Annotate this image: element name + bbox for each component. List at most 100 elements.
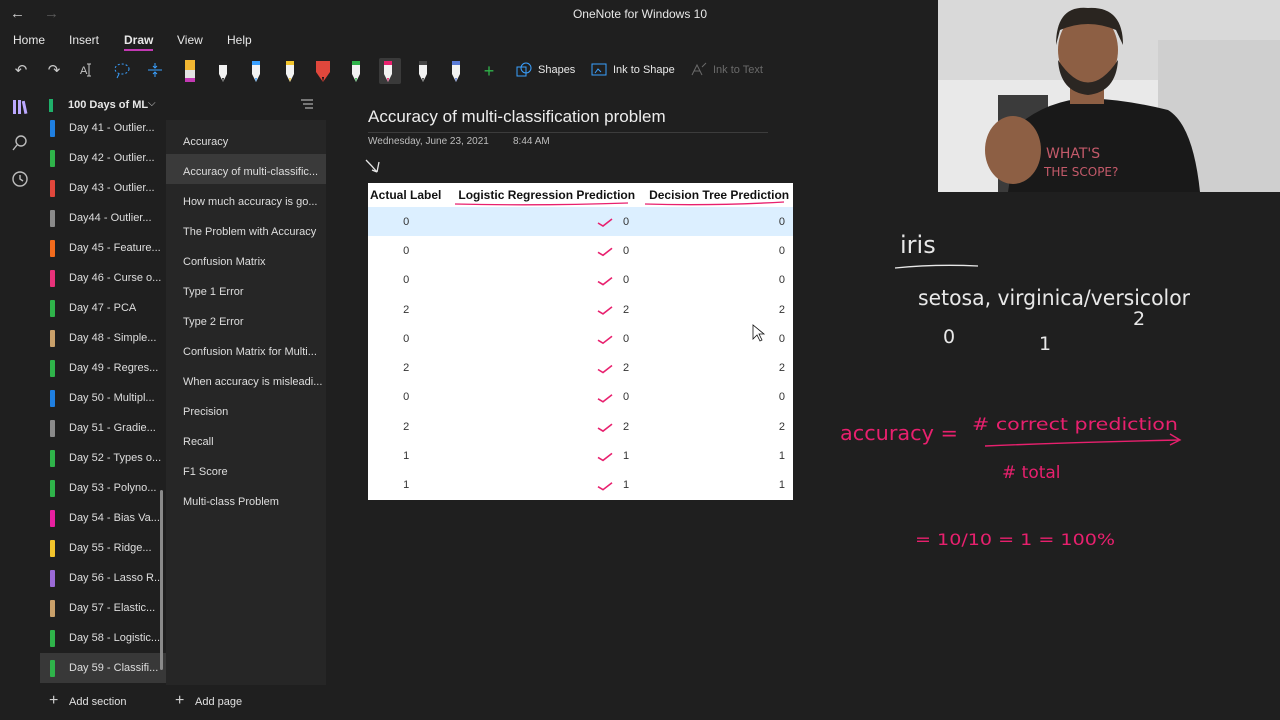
pen-yellow-icon[interactable]	[281, 58, 299, 84]
page-item[interactable]: Type 2 Error	[166, 304, 326, 334]
table-row[interactable]: 222	[368, 353, 793, 382]
section-item[interactable]: Day 54 - Bias Va...	[40, 503, 166, 533]
section-item[interactable]: Day 47 - PCA	[40, 293, 166, 323]
ink-to-text-button[interactable]: Ink to Text	[713, 64, 763, 76]
actual-label-cell[interactable]: 0	[368, 324, 444, 353]
section-item[interactable]: Day 41 - Outlier...	[40, 120, 166, 143]
section-item[interactable]: Day 58 - Logistic...	[40, 623, 166, 653]
logistic-prediction-cell[interactable]: 0	[444, 324, 637, 353]
logistic-prediction-cell[interactable]: 1	[444, 471, 637, 500]
table-row[interactable]: 222	[368, 412, 793, 441]
notebooks-icon[interactable]	[11, 98, 29, 116]
actual-label-cell[interactable]: 0	[368, 266, 444, 295]
logistic-prediction-cell[interactable]: 1	[444, 441, 637, 470]
chevron-down-icon[interactable]: ⌵	[148, 98, 156, 109]
tab-home[interactable]: Home	[13, 33, 45, 47]
page-item[interactable]: Multi-class Problem	[166, 484, 326, 514]
section-item[interactable]: Day 43 - Outlier...	[40, 173, 166, 203]
table-row[interactable]: 000	[368, 324, 793, 353]
predictions-table[interactable]: Actual Label Logistic Regression Predict…	[368, 183, 793, 500]
add-page-button[interactable]: + Add page	[166, 688, 326, 716]
section-item[interactable]: Day 57 - Elastic...	[40, 593, 166, 623]
tree-prediction-cell[interactable]: 0	[637, 383, 793, 412]
add-pen-icon[interactable]: +	[479, 61, 499, 81]
shapes-button[interactable]: Shapes	[538, 64, 575, 76]
page-title[interactable]: Accuracy of multi-classification problem	[368, 107, 666, 127]
logistic-prediction-cell[interactable]: 0	[444, 236, 637, 265]
tree-prediction-cell[interactable]: 1	[637, 441, 793, 470]
logistic-prediction-cell[interactable]: 2	[444, 295, 637, 324]
logistic-prediction-cell[interactable]: 0	[444, 383, 637, 412]
page-item[interactable]: F1 Score	[166, 454, 326, 484]
page-item[interactable]: When accuracy is misleadi...	[166, 364, 326, 394]
page-item[interactable]: Type 1 Error	[166, 274, 326, 304]
section-item[interactable]: Day 49 - Regres...	[40, 353, 166, 383]
section-item[interactable]: Day 52 - Types o...	[40, 443, 166, 473]
lasso-select-icon[interactable]	[112, 61, 132, 81]
type-select-icon[interactable]: A	[78, 61, 98, 81]
tree-prediction-cell[interactable]: 2	[637, 353, 793, 382]
actual-label-cell[interactable]: 0	[368, 236, 444, 265]
actual-label-cell[interactable]: 1	[368, 441, 444, 470]
page-item[interactable]: The Problem with Accuracy	[166, 214, 326, 244]
ink-to-shape-icon[interactable]	[589, 61, 609, 81]
logistic-prediction-cell[interactable]: 0	[444, 207, 638, 237]
section-item[interactable]: Day 45 - Feature...	[40, 233, 166, 263]
header-decision-tree[interactable]: Decision Tree Prediction	[637, 183, 793, 207]
section-item[interactable]: Day44 - Outlier...	[40, 203, 166, 233]
page-item[interactable]: Precision	[166, 394, 326, 424]
page-item[interactable]: How much accuracy is go...	[166, 184, 326, 214]
page-item[interactable]: Accuracy of multi-classific...	[166, 154, 326, 184]
logistic-prediction-cell[interactable]: 2	[444, 353, 637, 382]
section-item[interactable]: Day 42 - Outlier...	[40, 143, 166, 173]
section-item[interactable]: Day 51 - Gradie...	[40, 413, 166, 443]
section-scrollbar[interactable]	[160, 490, 163, 670]
tab-help[interactable]: Help	[227, 33, 252, 47]
table-row[interactable]: 000	[368, 383, 793, 412]
table-row[interactable]: 000	[368, 236, 793, 265]
tab-insert[interactable]: Insert	[69, 33, 99, 47]
pen-blue-icon[interactable]	[247, 58, 265, 84]
tab-view[interactable]: View	[177, 33, 203, 47]
search-icon[interactable]	[11, 134, 29, 152]
pen-red-icon[interactable]	[314, 58, 332, 84]
pen-black-icon[interactable]	[214, 58, 232, 84]
tree-prediction-cell[interactable]: 2	[637, 412, 793, 441]
table-row[interactable]: 111	[368, 471, 793, 500]
sort-icon[interactable]	[300, 97, 314, 114]
tree-prediction-cell[interactable]: 0	[637, 266, 793, 295]
tab-draw[interactable]: Draw	[124, 33, 154, 51]
add-space-icon[interactable]	[145, 61, 165, 81]
table-row[interactable]: 111	[368, 441, 793, 470]
tree-prediction-cell[interactable]: 2	[637, 295, 793, 324]
logistic-prediction-cell[interactable]: 2	[444, 412, 637, 441]
section-item[interactable]: Day 55 - Ridge...	[40, 533, 166, 563]
actual-label-cell[interactable]: 2	[368, 353, 444, 382]
tree-prediction-cell[interactable]: 0	[637, 207, 793, 237]
pen-lightblue-icon[interactable]	[447, 58, 465, 84]
tree-prediction-cell[interactable]: 0	[637, 236, 793, 265]
redo-icon[interactable]: ↷	[44, 61, 64, 81]
add-section-button[interactable]: + Add section	[40, 688, 166, 716]
pen-pink-icon[interactable]	[379, 58, 401, 84]
actual-label-cell[interactable]: 0	[368, 383, 444, 412]
section-item[interactable]: Day 59 - Classifi...	[40, 653, 166, 683]
actual-label-cell[interactable]: 2	[368, 412, 444, 441]
page-item[interactable]: Confusion Matrix for Multi...	[166, 334, 326, 364]
page-item[interactable]: Accuracy	[166, 124, 326, 154]
table-row[interactable]: 222	[368, 295, 793, 324]
table-row[interactable]: 000	[368, 207, 793, 237]
section-item[interactable]: Day 53 - Polyno...	[40, 473, 166, 503]
notebook-selector[interactable]: 100 Days of ML ⌵	[40, 92, 326, 120]
actual-label-cell[interactable]: 1	[368, 471, 444, 500]
actual-label-cell[interactable]: 2	[368, 295, 444, 324]
pen-green-icon[interactable]	[347, 58, 365, 84]
actual-label-cell[interactable]: 0	[368, 207, 445, 237]
header-logistic-regression[interactable]: Logistic Regression Prediction	[444, 183, 637, 207]
shapes-icon[interactable]	[514, 61, 534, 81]
page-item[interactable]: Confusion Matrix	[166, 244, 326, 274]
section-item[interactable]: Day 56 - Lasso R...	[40, 563, 166, 593]
section-item[interactable]: Day 48 - Simple...	[40, 323, 166, 353]
recent-clock-icon[interactable]	[11, 170, 29, 188]
page-item[interactable]: Recall	[166, 424, 326, 454]
